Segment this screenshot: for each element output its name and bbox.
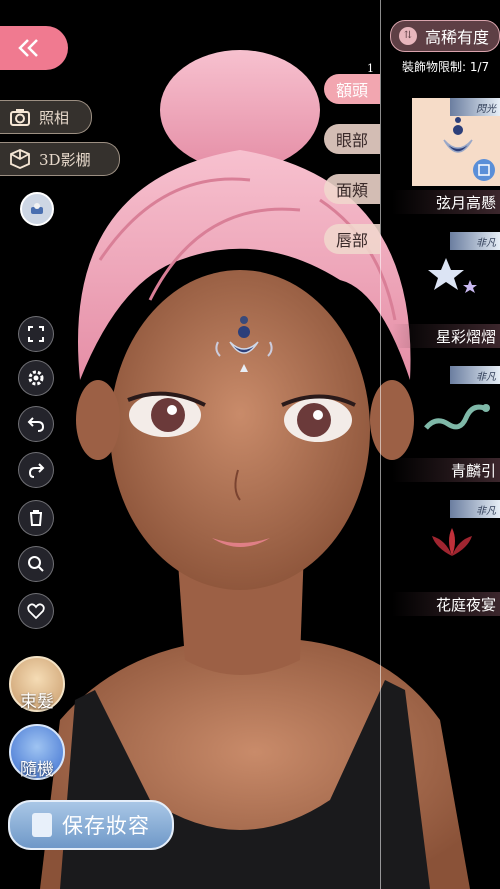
ornament-limit-text: 裝飾物限制: 1/7	[402, 60, 490, 74]
tab-eyes-label: 眼部	[335, 131, 368, 150]
item-name: 花庭夜宴	[435, 595, 496, 614]
fullscreen-button[interactable]	[18, 316, 54, 352]
sort-arrows-icon: ⇅	[399, 27, 417, 45]
search-icon	[28, 556, 44, 572]
item-rarity-ribbon: 非凡	[450, 500, 500, 518]
sort-rarity-button[interactable]: ⇅ 高稀有度	[390, 20, 500, 52]
studio-button[interactable]: 3D影棚	[0, 142, 120, 176]
delete-button[interactable]	[18, 500, 54, 536]
tab-cheeks-label: 面頰	[335, 181, 368, 200]
studio-label: 3D影棚	[39, 150, 91, 169]
tab-forehead-label: 額頭	[335, 81, 368, 100]
camera-icon	[10, 109, 30, 126]
item-name: 星彩熠熠	[435, 327, 496, 346]
random-label: 隨機	[20, 760, 54, 780]
makeup-palette-icon	[31, 203, 43, 214]
save-makeup-button[interactable]: 保存妝容	[8, 800, 174, 850]
tab-lips-label: 唇部	[335, 231, 368, 250]
trash-icon	[30, 510, 42, 526]
expand-icon	[28, 326, 44, 342]
tab-lips[interactable]: 唇部	[324, 224, 380, 254]
settings-button[interactable]	[18, 360, 54, 396]
item-name: 弦月高懸	[435, 193, 496, 212]
item-garden-banquet[interactable]: 非凡 花庭夜宴	[392, 500, 500, 618]
photo-button[interactable]: 照相	[0, 100, 92, 134]
double-chevron-left-icon	[18, 39, 38, 57]
back-button[interactable]	[0, 26, 68, 70]
item-star-sparkle[interactable]: 非凡 星彩熠熠	[392, 232, 500, 350]
item-name: 青麟引	[450, 461, 496, 480]
undo-icon	[27, 417, 45, 432]
gear-icon	[28, 370, 44, 386]
item-azure-serpent[interactable]: 非凡 青麟引	[392, 366, 500, 484]
document-icon	[32, 813, 52, 837]
item-rarity-ribbon: 閃光	[450, 98, 500, 116]
favorite-button[interactable]	[18, 593, 54, 629]
redo-icon	[28, 463, 45, 478]
heart-icon	[27, 603, 45, 620]
zoom-button[interactable]	[18, 546, 54, 582]
item-rarity-ribbon: 非凡	[450, 232, 500, 250]
hair-tie-label: 束髮	[20, 692, 54, 712]
undo-button[interactable]	[18, 406, 54, 442]
photo-label: 照相	[39, 108, 70, 127]
panel-divider	[380, 0, 381, 889]
item-rarity-ribbon: 非凡	[450, 366, 500, 384]
random-button[interactable]: 隨機	[9, 724, 65, 780]
save-makeup-label: 保存妝容	[62, 814, 150, 838]
tab-cheeks[interactable]: 面頰	[324, 174, 380, 204]
tab-forehead[interactable]: 額頭	[324, 74, 380, 104]
tab-forehead-badge: 1	[367, 62, 374, 75]
redo-button[interactable]	[18, 452, 54, 488]
item-crescent-moon[interactable]: 閃光 弦月高懸	[392, 98, 500, 216]
hair-tie-button[interactable]: 束髮	[9, 656, 65, 712]
tab-eyes[interactable]: 眼部	[324, 124, 380, 154]
makeup-preset-button[interactable]	[20, 192, 54, 226]
cube-icon	[10, 149, 30, 169]
sort-label: 高稀有度	[425, 28, 490, 47]
